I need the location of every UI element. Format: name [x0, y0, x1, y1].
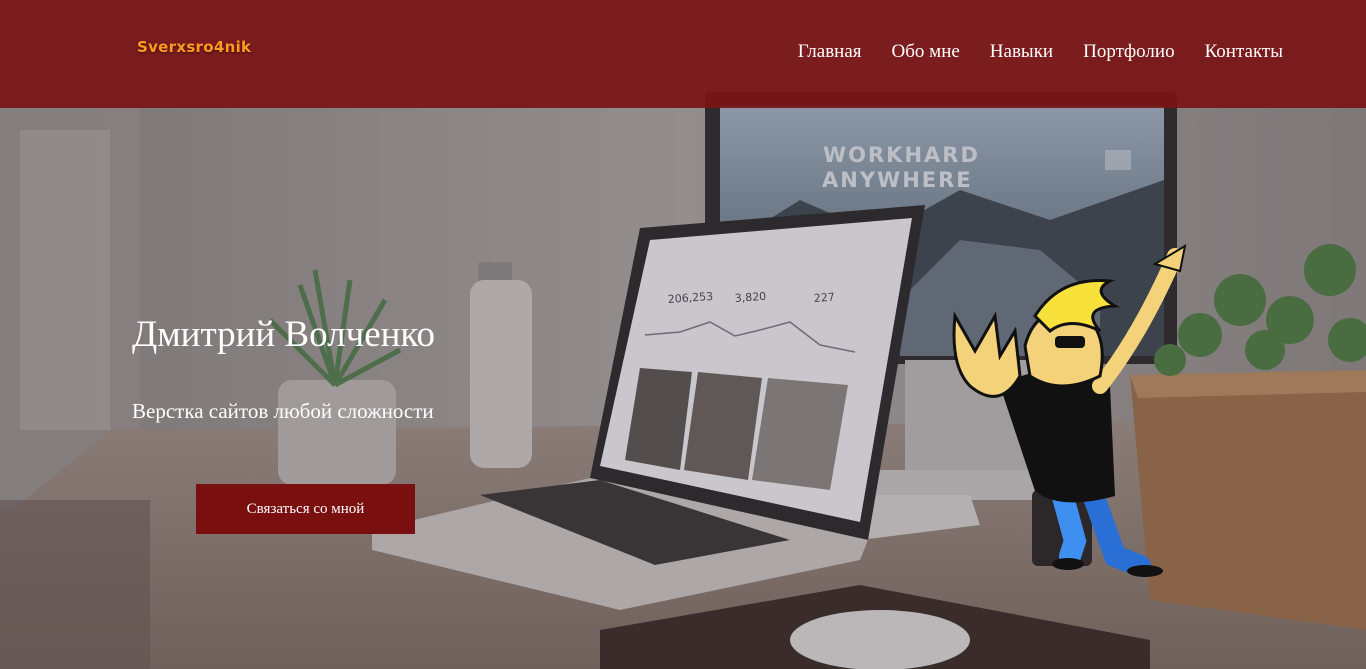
contact-me-button[interactable]: Связаться со мной: [196, 484, 415, 534]
nav-item-portfolio[interactable]: Портфолио: [1083, 40, 1174, 64]
cartoon-mascot-image: [940, 236, 1190, 586]
site-header: Sverxsro4nik Главная Обо мне Навыки Порт…: [0, 0, 1366, 108]
main-nav: Главная Обо мне Навыки Портфолио Контакт…: [798, 40, 1283, 64]
hero-title: Дмитрий Волченко: [132, 314, 436, 355]
nav-item-skills[interactable]: Навыки: [990, 40, 1053, 64]
nav-item-contacts[interactable]: Контакты: [1205, 40, 1283, 64]
nav-item-about[interactable]: Обо мне: [892, 40, 960, 64]
nav-item-home[interactable]: Главная: [798, 40, 862, 64]
hero-subtitle: Верстка сайтов любой сложности: [132, 399, 434, 423]
logo[interactable]: Sverxsro4nik: [137, 38, 251, 56]
